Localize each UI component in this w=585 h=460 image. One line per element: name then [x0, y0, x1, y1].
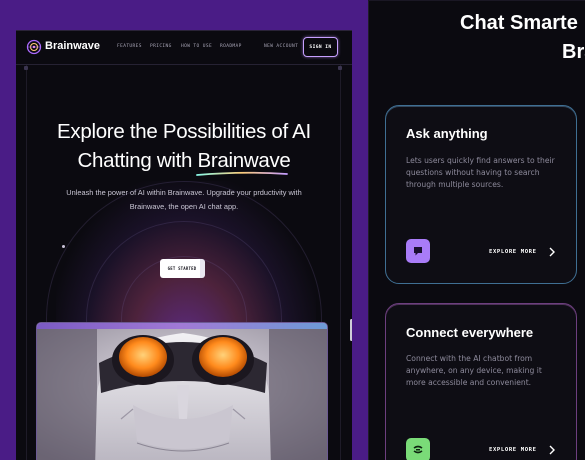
right-top-line	[368, 0, 585, 1]
corner-mark	[24, 66, 28, 70]
chevron-right-icon[interactable]	[548, 247, 556, 257]
section-heading-line2: Bra	[562, 41, 585, 63]
nav-roadmap[interactable]: ROADMAP	[220, 44, 242, 49]
hero-title-line1: Explore the Possibilities of AI	[57, 120, 311, 143]
card-title: Connect everywhere	[406, 325, 534, 340]
button-corner-shape	[200, 259, 205, 278]
card-description: Lets users quickly find answers to their…	[406, 156, 555, 189]
section-heading-line1: Chat Smarte	[460, 12, 578, 34]
robot-illustration	[37, 329, 327, 460]
chat-bubble-icon	[406, 239, 430, 263]
site-header: Brainwave FEATURES PRICING HOW TO USE RO…	[16, 31, 352, 65]
hero-subtitle-line1: Unleash the power of AI within Brainwave…	[66, 188, 302, 197]
nav-pricing[interactable]: PRICING	[150, 44, 172, 49]
card-title: Ask anything	[406, 126, 488, 141]
corner-mark	[338, 66, 342, 70]
hero-title: Explore the Possibilities of AI Chatting…	[16, 117, 352, 175]
robot-image-panel	[36, 322, 328, 460]
feature-card-connect-everywhere[interactable]: Connect everywhere Connect with the AI c…	[385, 303, 577, 460]
nav-how-to-use[interactable]: HOW TO USE	[181, 44, 212, 49]
connect-icon	[406, 438, 430, 460]
hero-subtitle-line2: Brainwave, the open AI chat app.	[129, 202, 239, 211]
chevron-right-icon[interactable]	[548, 445, 556, 455]
site-preview: Brainwave FEATURES PRICING HOW TO USE RO…	[16, 30, 352, 460]
hero-title-highlight: Brainwave	[197, 149, 291, 172]
hero-subtitle: Unleash the power of AI within Brainwave…	[52, 186, 316, 214]
panel-gradient-bar	[37, 323, 327, 329]
nav-features[interactable]: FEATURES	[117, 44, 142, 49]
scrollbar-thumb[interactable]	[350, 319, 352, 341]
highlight-underline	[196, 171, 288, 176]
hero-title-line2: Chatting with Brainwave	[16, 146, 352, 175]
sign-in-button[interactable]: SIGN IN	[303, 37, 338, 57]
feature-card-ask-anything[interactable]: Ask anything Lets users quickly find ans…	[385, 105, 577, 284]
brand-name[interactable]: Brainwave	[45, 40, 100, 52]
sparkle-dot	[62, 245, 65, 248]
right-divider	[368, 0, 369, 460]
brainwave-logo-icon	[26, 39, 42, 55]
explore-more-link[interactable]: EXPLORE MORE	[489, 249, 537, 255]
card-description: Connect with the AI chatbot from anywher…	[406, 354, 542, 387]
hero-title-prefix: Chatting with	[77, 149, 198, 172]
explore-more-link[interactable]: EXPLORE MORE	[489, 447, 537, 453]
new-account-link[interactable]: NEW ACCOUNT	[264, 44, 298, 49]
get-started-button[interactable]: GET STARTED	[160, 259, 204, 278]
